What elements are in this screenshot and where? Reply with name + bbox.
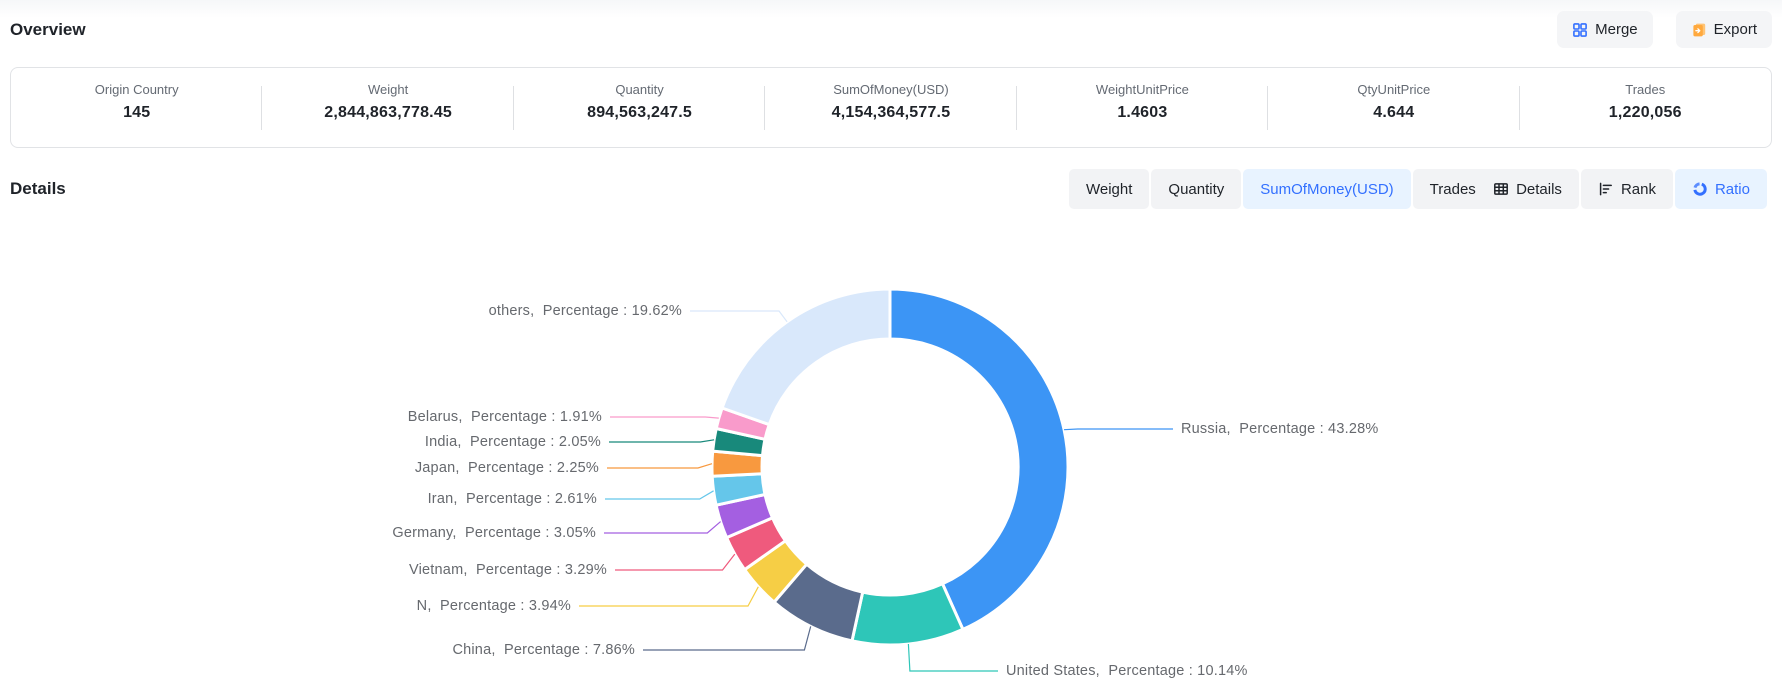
- label-leader-line: [579, 587, 758, 606]
- stat-value: 1,220,056: [1609, 104, 1682, 122]
- stat-label: Weight: [368, 81, 408, 98]
- label-leader-line: [607, 464, 712, 468]
- pie-slice-united-states[interactable]: [852, 584, 963, 645]
- ratio-donut-chart[interactable]: Russia, Percentage : 43.28% United States…: [0, 230, 1782, 688]
- label-leader-line: [610, 417, 719, 418]
- label-leader-line: [604, 522, 721, 533]
- top-actions: Merge Export: [1557, 11, 1772, 48]
- view-details-button[interactable]: Details: [1476, 169, 1579, 209]
- table-icon: [1493, 181, 1509, 197]
- tab-label: Weight: [1086, 181, 1132, 198]
- view-tab-label: Ratio: [1715, 181, 1750, 198]
- tab-quantity[interactable]: Quantity: [1151, 169, 1241, 209]
- slice-label: India, Percentage : 2.05%: [425, 434, 601, 450]
- stat-value: 2,844,863,778.45: [324, 104, 452, 122]
- merge-button[interactable]: Merge: [1557, 11, 1653, 48]
- donut-icon: [1692, 181, 1708, 197]
- stat-value: 4.644: [1373, 104, 1414, 122]
- slice-label: N, Percentage : 3.94%: [417, 598, 571, 614]
- merge-button-label: Merge: [1595, 21, 1638, 38]
- stat-label: SumOfMoney(USD): [833, 81, 949, 98]
- stat-weight: Weight 2,844,863,778.45: [262, 68, 513, 147]
- tab-weight[interactable]: Weight: [1069, 169, 1149, 209]
- stat-label: Quantity: [615, 81, 663, 98]
- details-header-row: Details Weight Quantity SumOfMoney(USD) …: [0, 169, 1782, 209]
- view-ratio-button[interactable]: Ratio: [1675, 169, 1767, 209]
- label-leader-line: [605, 491, 714, 499]
- export-button[interactable]: Export: [1676, 11, 1772, 48]
- pie-slice-others[interactable]: [722, 289, 890, 425]
- tab-label: SumOfMoney(USD): [1260, 181, 1393, 198]
- stat-origin-country: Origin Country 145: [11, 68, 262, 147]
- stat-label: WeightUnitPrice: [1096, 81, 1189, 98]
- slice-label: United States, Percentage : 10.14%: [1006, 663, 1248, 679]
- view-tab-group: Details Rank: [1476, 169, 1767, 209]
- stat-label: Origin Country: [95, 81, 179, 98]
- stat-value: 145: [123, 104, 150, 122]
- stat-quantity: Quantity 894,563,247.5: [514, 68, 765, 147]
- view-tab-label: Details: [1516, 181, 1562, 198]
- stat-sum-of-money: SumOfMoney(USD) 4,154,364,577.5: [765, 68, 1016, 147]
- stat-value: 1.4603: [1117, 104, 1167, 122]
- stat-label: QtyUnitPrice: [1357, 81, 1430, 98]
- slice-label: Germany, Percentage : 3.05%: [392, 525, 596, 541]
- label-leader-line: [609, 440, 714, 442]
- slice-label: others, Percentage : 19.62%: [489, 303, 682, 319]
- stat-label: Trades: [1625, 81, 1665, 98]
- slice-label: Vietnam, Percentage : 3.29%: [409, 562, 607, 578]
- page-title: Overview: [10, 20, 86, 40]
- pie-slice-russia[interactable]: [890, 289, 1068, 629]
- tab-sum-of-money[interactable]: SumOfMoney(USD): [1243, 169, 1410, 209]
- metric-tab-group: Weight Quantity SumOfMoney(USD) Trades: [1069, 169, 1493, 209]
- label-leader-line: [615, 554, 735, 570]
- details-section-title: Details: [10, 179, 66, 199]
- slice-label: China, Percentage : 7.86%: [452, 642, 635, 658]
- label-leader-line: [908, 644, 998, 671]
- stat-qty-unit-price: QtyUnitPrice 4.644: [1268, 68, 1519, 147]
- topbar: Overview Merge: [0, 0, 1782, 56]
- stat-trades: Trades 1,220,056: [1520, 68, 1771, 147]
- slice-label: Russia, Percentage : 43.28%: [1181, 421, 1378, 437]
- stat-value: 894,563,247.5: [587, 104, 692, 122]
- merge-grid-icon: [1572, 22, 1588, 38]
- tab-label: Trades: [1430, 181, 1476, 198]
- stat-value: 4,154,364,577.5: [832, 104, 951, 122]
- rank-bars-icon: [1598, 181, 1614, 197]
- view-rank-button[interactable]: Rank: [1581, 169, 1673, 209]
- export-button-label: Export: [1714, 21, 1757, 38]
- view-tab-label: Rank: [1621, 181, 1656, 198]
- label-leader-line: [643, 626, 811, 650]
- label-leader-line: [690, 311, 787, 322]
- export-file-icon: [1691, 22, 1707, 38]
- slice-label: Iran, Percentage : 2.61%: [428, 491, 597, 507]
- tab-label: Quantity: [1168, 181, 1224, 198]
- slice-label: Belarus, Percentage : 1.91%: [408, 409, 602, 425]
- stat-weight-unit-price: WeightUnitPrice 1.4603: [1017, 68, 1268, 147]
- slice-label: Japan, Percentage : 2.25%: [415, 460, 599, 476]
- overview-stats-card: Origin Country 145 Weight 2,844,863,778.…: [10, 67, 1772, 148]
- label-leader-line: [1064, 429, 1173, 430]
